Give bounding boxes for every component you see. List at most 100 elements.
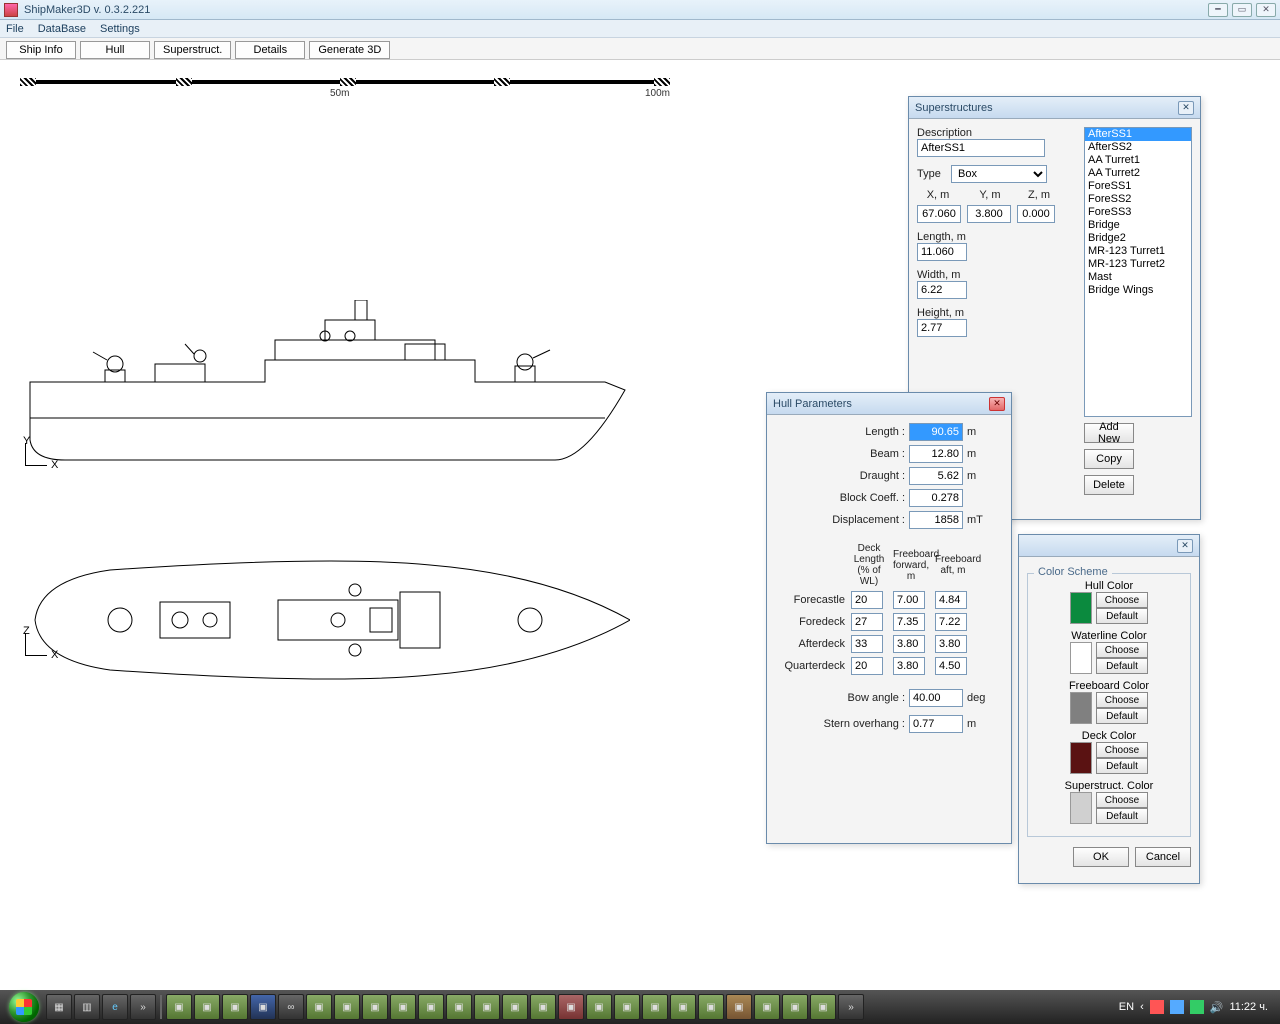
- foredeck-fwd-input[interactable]: [893, 613, 925, 631]
- description-input[interactable]: [917, 139, 1045, 157]
- taskbar-item[interactable]: ▣: [334, 994, 360, 1020]
- quarterdeck-aft-input[interactable]: [935, 657, 967, 675]
- taskbar-item[interactable]: ▣: [418, 994, 444, 1020]
- taskbar-item[interactable]: »: [838, 994, 864, 1020]
- add-new-button[interactable]: Add New: [1084, 423, 1134, 443]
- afterdeck-fwd-input[interactable]: [893, 635, 925, 653]
- start-button[interactable]: [4, 990, 44, 1024]
- type-select[interactable]: Box: [951, 165, 1047, 183]
- color-scheme-header[interactable]: ✕: [1019, 535, 1199, 557]
- taskbar-item[interactable]: ▣: [446, 994, 472, 1020]
- tab-ship-info[interactable]: Ship Info: [6, 41, 76, 59]
- list-item[interactable]: ForeSS1: [1085, 180, 1191, 193]
- list-item[interactable]: ForeSS2: [1085, 193, 1191, 206]
- hull-disp-input[interactable]: [909, 511, 963, 529]
- superstructures-dialog-header[interactable]: Superstructures ✕: [909, 97, 1200, 119]
- list-item[interactable]: ForeSS3: [1085, 206, 1191, 219]
- waterline-default-button[interactable]: Default: [1096, 658, 1148, 674]
- deck-default-button[interactable]: Default: [1096, 758, 1148, 774]
- forecastle-aft-input[interactable]: [935, 591, 967, 609]
- stern-overhang-input[interactable]: [909, 715, 963, 733]
- list-item[interactable]: AfterSS2: [1085, 141, 1191, 154]
- superstructures-close-button[interactable]: ✕: [1178, 101, 1194, 115]
- hull-length-input[interactable]: [909, 423, 963, 441]
- taskbar-item[interactable]: ▣: [614, 994, 640, 1020]
- waterline-choose-button[interactable]: Choose: [1096, 642, 1148, 658]
- taskbar-item[interactable]: ▣: [362, 994, 388, 1020]
- color-cancel-button[interactable]: Cancel: [1135, 847, 1191, 867]
- forecastle-fwd-input[interactable]: [893, 591, 925, 609]
- taskbar-item[interactable]: ▣: [390, 994, 416, 1020]
- superstruct-default-button[interactable]: Default: [1096, 808, 1148, 824]
- menu-database[interactable]: DataBase: [38, 23, 86, 35]
- hull-block-input[interactable]: [909, 489, 963, 507]
- afterdeck-pct-input[interactable]: [851, 635, 883, 653]
- color-ok-button[interactable]: OK: [1073, 847, 1129, 867]
- taskbar-item[interactable]: ▣: [194, 994, 220, 1020]
- tray-icon[interactable]: [1150, 1000, 1164, 1014]
- quarterdeck-fwd-input[interactable]: [893, 657, 925, 675]
- hull-default-button[interactable]: Default: [1096, 608, 1148, 624]
- menu-file[interactable]: File: [6, 23, 24, 35]
- hull-close-button[interactable]: ✕: [989, 397, 1005, 411]
- list-item[interactable]: AA Turret1: [1085, 154, 1191, 167]
- tray-language[interactable]: EN: [1119, 1001, 1134, 1013]
- taskbar-item[interactable]: ▣: [166, 994, 192, 1020]
- hull-draught-input[interactable]: [909, 467, 963, 485]
- foredeck-aft-input[interactable]: [935, 613, 967, 631]
- taskbar-item[interactable]: ▣: [586, 994, 612, 1020]
- taskbar-item[interactable]: ▣: [642, 994, 668, 1020]
- taskbar-item[interactable]: ▣: [810, 994, 836, 1020]
- taskbar-item[interactable]: ▣: [222, 994, 248, 1020]
- x-input[interactable]: [917, 205, 961, 223]
- taskbar-item[interactable]: ▣: [250, 994, 276, 1020]
- copy-button[interactable]: Copy: [1084, 449, 1134, 469]
- hull-choose-button[interactable]: Choose: [1096, 592, 1148, 608]
- z-input[interactable]: [1017, 205, 1055, 223]
- taskbar-item[interactable]: ▣: [474, 994, 500, 1020]
- window-close-button[interactable]: ✕: [1256, 3, 1276, 17]
- bow-angle-input[interactable]: [909, 689, 963, 707]
- tray-icon[interactable]: [1170, 1000, 1184, 1014]
- list-item[interactable]: Bridge2: [1085, 232, 1191, 245]
- list-item[interactable]: Mast: [1085, 271, 1191, 284]
- freeboard-default-button[interactable]: Default: [1096, 708, 1148, 724]
- tray-volume-icon[interactable]: 🔊: [1210, 1001, 1224, 1014]
- taskbar-item[interactable]: ▥: [74, 994, 100, 1020]
- taskbar-item[interactable]: ▣: [698, 994, 724, 1020]
- list-item[interactable]: Bridge: [1085, 219, 1191, 232]
- foredeck-pct-input[interactable]: [851, 613, 883, 631]
- taskbar-item[interactable]: ▣: [306, 994, 332, 1020]
- window-maximize-button[interactable]: ▭: [1232, 3, 1252, 17]
- deck-choose-button[interactable]: Choose: [1096, 742, 1148, 758]
- taskbar-item[interactable]: ▣: [558, 994, 584, 1020]
- forecastle-pct-input[interactable]: [851, 591, 883, 609]
- taskbar-item[interactable]: ▦: [46, 994, 72, 1020]
- superstruct-choose-button[interactable]: Choose: [1096, 792, 1148, 808]
- menu-settings[interactable]: Settings: [100, 23, 140, 35]
- afterdeck-aft-input[interactable]: [935, 635, 967, 653]
- window-minimize-button[interactable]: ━: [1208, 3, 1228, 17]
- taskbar-item[interactable]: ▣: [726, 994, 752, 1020]
- tab-hull[interactable]: Hull: [80, 41, 150, 59]
- tab-details[interactable]: Details: [235, 41, 305, 59]
- y-input[interactable]: [967, 205, 1011, 223]
- list-item[interactable]: AfterSS1: [1085, 128, 1191, 141]
- taskbar-item[interactable]: ∞: [278, 994, 304, 1020]
- taskbar-item[interactable]: ▣: [502, 994, 528, 1020]
- taskbar-item[interactable]: ▣: [670, 994, 696, 1020]
- hull-dialog-header[interactable]: Hull Parameters ✕: [767, 393, 1011, 415]
- hull-beam-input[interactable]: [909, 445, 963, 463]
- list-item[interactable]: MR-123 Turret1: [1085, 245, 1191, 258]
- delete-button[interactable]: Delete: [1084, 475, 1134, 495]
- superstructures-listbox[interactable]: AfterSS1AfterSS2AA Turret1AA Turret2Fore…: [1084, 127, 1192, 417]
- tray-icon[interactable]: [1190, 1000, 1204, 1014]
- taskbar-item[interactable]: ▣: [530, 994, 556, 1020]
- taskbar-item[interactable]: »: [130, 994, 156, 1020]
- tab-superstruct[interactable]: Superstruct.: [154, 41, 231, 59]
- width-input[interactable]: [917, 281, 967, 299]
- tab-generate-3d[interactable]: Generate 3D: [309, 41, 390, 59]
- quarterdeck-pct-input[interactable]: [851, 657, 883, 675]
- taskbar-item[interactable]: ▣: [754, 994, 780, 1020]
- length-input[interactable]: [917, 243, 967, 261]
